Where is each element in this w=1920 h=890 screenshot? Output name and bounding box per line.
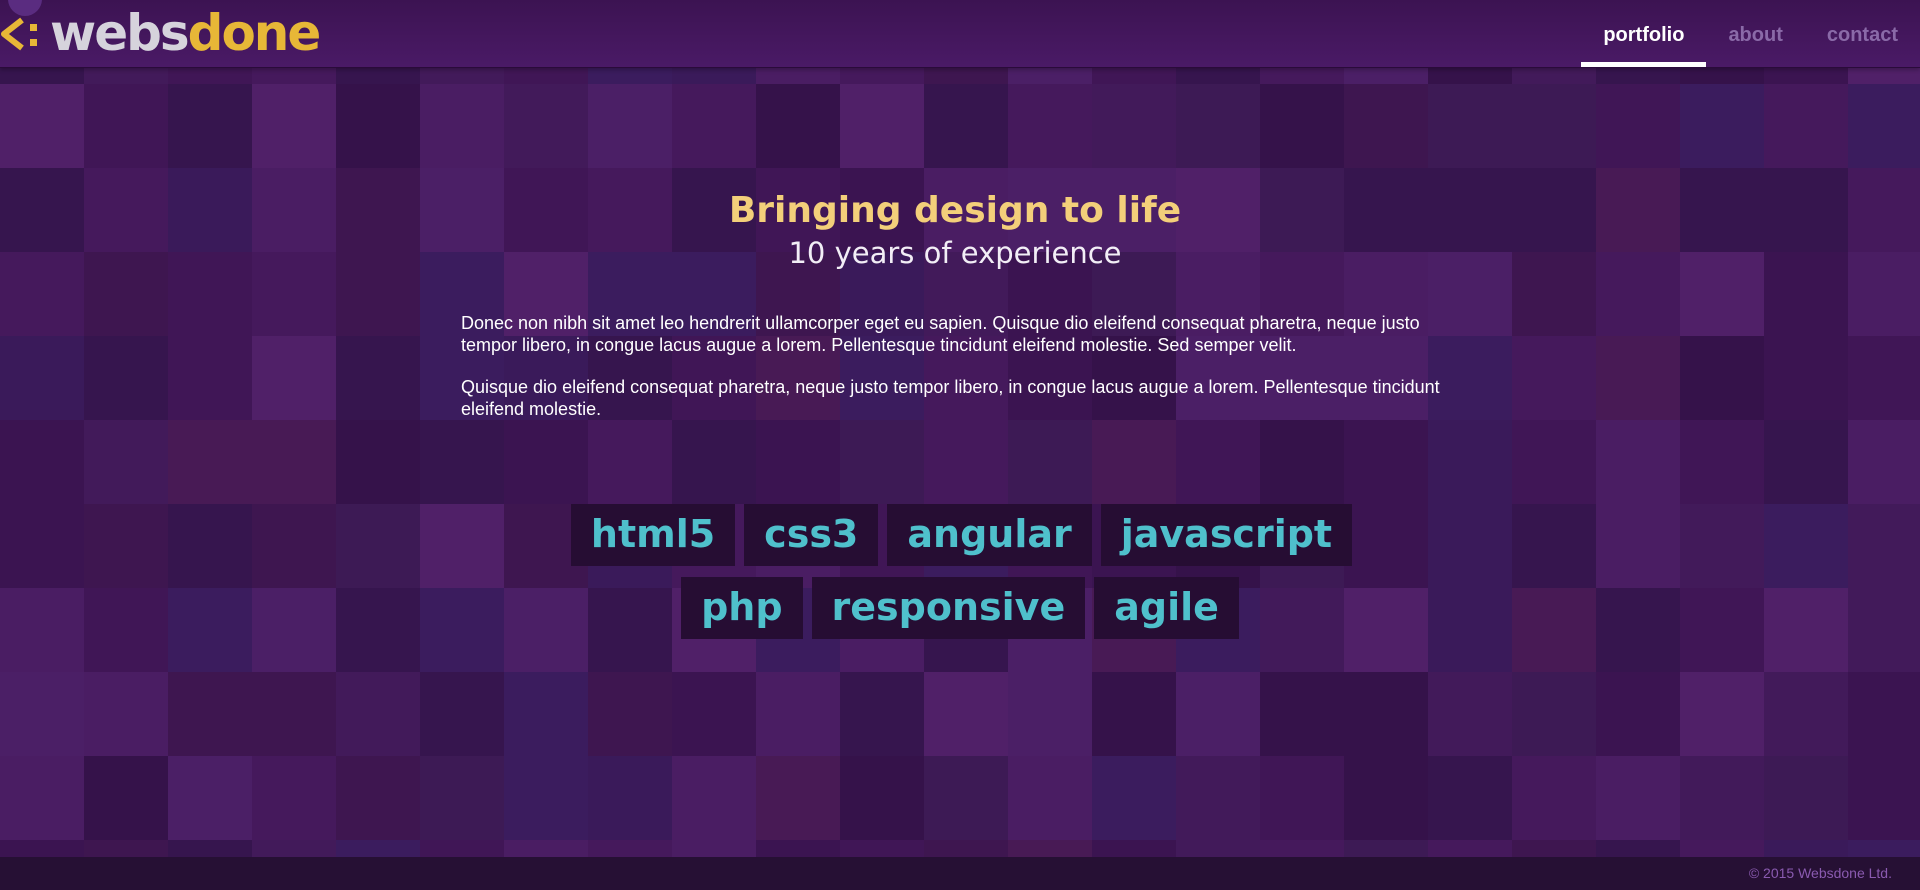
intro-paragraph-2: Quisque dio eleifend consequat pharetra,… <box>461 377 1440 419</box>
hero-headline: Bringing design to life <box>728 190 1182 231</box>
skill-tag-agile: agile <box>1094 577 1239 639</box>
skill-tag-html5: html5 <box>570 504 736 566</box>
logo-text-webs: webs <box>50 4 190 62</box>
skill-tag-javascript: javascript <box>1100 504 1353 566</box>
intro-paragraph-1: Donec non nibh sit amet leo hendrerit ul… <box>461 313 1420 355</box>
skills-row-2: php responsive agile <box>0 577 1920 639</box>
nav-item-portfolio[interactable]: portfolio <box>1581 0 1707 67</box>
skill-tag-php: php <box>681 577 803 639</box>
skill-tag-css3: css3 <box>744 504 879 566</box>
nav-item-about[interactable]: about <box>1706 0 1804 67</box>
logo-chevron-icon <box>1 17 37 51</box>
skill-tag-angular: angular <box>887 504 1092 566</box>
nav-item-contact[interactable]: contact <box>1805 0 1920 67</box>
copyright-text: © 2015 Websdone Ltd. <box>1748 865 1892 881</box>
main-content: Bringing design to life 10 years of expe… <box>0 68 1920 858</box>
site-header: websdone portfolio about contact <box>0 0 1920 68</box>
skills-row-1: html5 css3 angular javascript <box>0 504 1920 566</box>
main-nav: portfolio about contact <box>1581 0 1920 67</box>
logo-wordmark: websdone <box>50 3 322 63</box>
skill-tag-responsive: responsive <box>811 577 1086 639</box>
logo[interactable]: websdone <box>0 0 322 63</box>
logo-text-done: done <box>187 4 322 62</box>
hero-subline: 10 years of experience <box>788 236 1122 270</box>
site-footer: © 2015 Websdone Ltd. <box>0 857 1920 890</box>
